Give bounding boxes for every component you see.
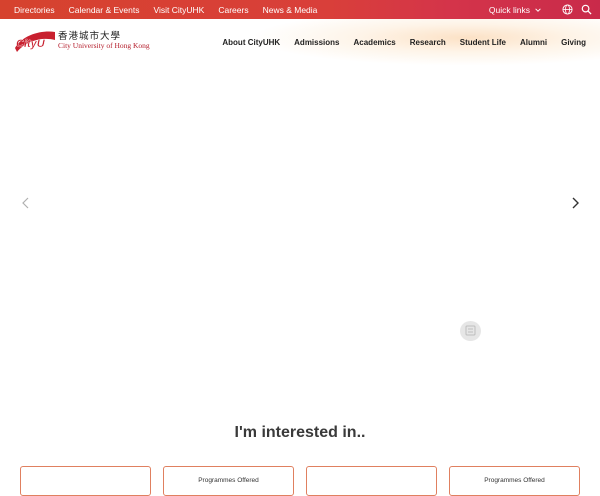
interest-heading: I'm interested in.. [234,424,366,441]
logo-mark: CityU [15,31,55,52]
nav-about[interactable]: About CityUHK [222,38,280,47]
utility-bar: Directories Calendar & Events Visit City… [0,0,600,19]
globe-icon[interactable] [562,4,573,15]
interest-cards: Programmes Offered Programmes Offered [20,466,592,496]
chevron-left-icon[interactable] [20,196,32,210]
nav-giving[interactable]: Giving [561,38,586,47]
interest-card[interactable]: Programmes Offered [449,466,580,496]
nav-admissions[interactable]: Admissions [294,38,339,47]
utility-link-visit[interactable]: Visit CityUHK [154,5,205,15]
interest-card[interactable] [20,466,151,496]
logo-english: City University of Hong Kong [58,41,150,51]
cityu-logo[interactable]: CityU 香港城市大學 City University of Hong Kon… [13,28,150,54]
utility-right: Quick links [489,0,592,19]
hero-carousel [0,66,600,406]
search-icon[interactable] [581,4,592,15]
interest-card[interactable]: Programmes Offered [163,466,294,496]
utility-links: Directories Calendar & Events Visit City… [14,0,331,19]
quick-links-label: Quick links [488,4,530,15]
interest-card[interactable] [306,466,437,496]
chevron-right-icon[interactable] [569,196,581,210]
quick-links-dropdown[interactable]: Quick links [489,5,542,15]
main-nav: About CityUHK Admissions Academics Resea… [208,38,586,47]
site-header: CityU 香港城市大學 City University of Hong Kon… [0,19,600,66]
nav-research[interactable]: Research [410,38,446,47]
nav-alumni[interactable]: Alumni [520,38,547,47]
chevron-down-icon [535,7,541,12]
utility-link-careers[interactable]: Careers [218,5,248,15]
logo-text: 香港城市大學 City University of Hong Kong [58,32,150,50]
nav-student-life[interactable]: Student Life [460,38,506,47]
utility-link-calendar[interactable]: Calendar & Events [69,5,140,15]
nav-academics[interactable]: Academics [354,38,396,47]
utility-link-directories[interactable]: Directories [14,5,55,15]
logo-mark-text: CityU [16,38,46,50]
pause-icon [465,325,476,336]
utility-link-news[interactable]: News & Media [263,5,318,15]
carousel-control-button[interactable] [460,321,481,341]
